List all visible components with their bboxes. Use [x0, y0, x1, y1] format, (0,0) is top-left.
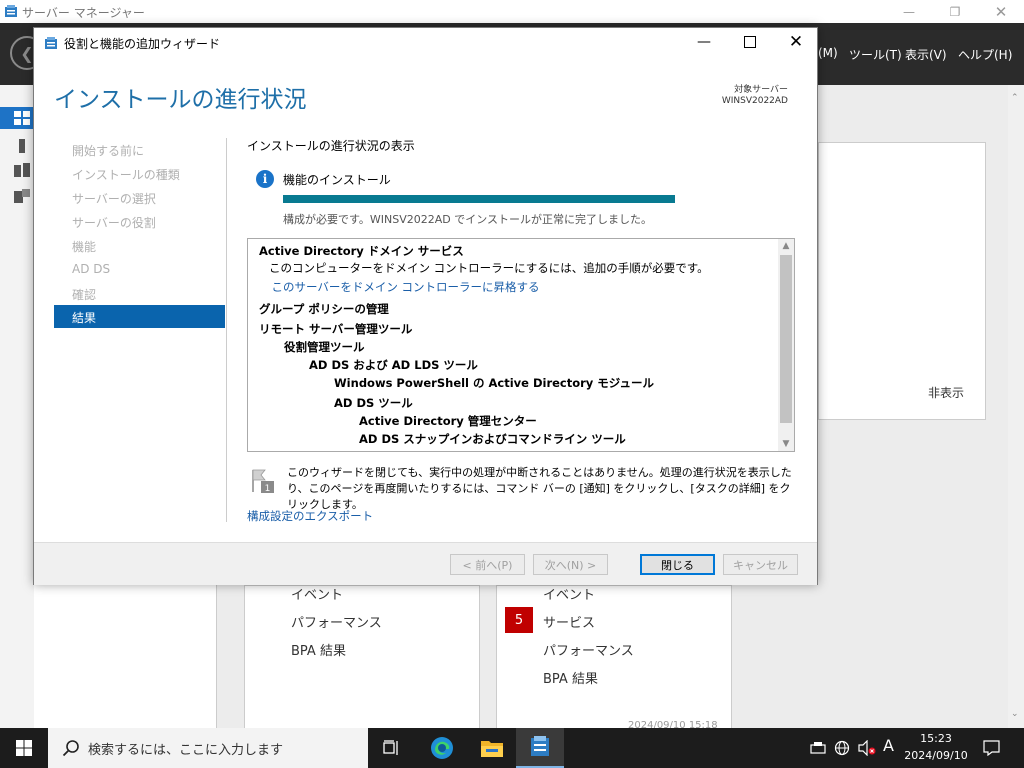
results-list[interactable]: Active Directory ドメイン サービスこのコンピューターをドメイン… — [247, 238, 795, 452]
next-button[interactable]: 次へ(N) > — [533, 554, 608, 575]
clock-time[interactable]: 15:23 — [906, 732, 966, 745]
close-button[interactable]: 閉じる — [640, 554, 715, 575]
server-manager-left-nav — [0, 85, 34, 728]
local-server-icon[interactable] — [14, 139, 30, 153]
globe-network-icon[interactable] — [834, 740, 850, 756]
nav-step-results-label: 結果 — [72, 311, 97, 325]
section-title: インストールの進行状況の表示 — [247, 139, 415, 153]
tile-services[interactable]: サービス — [543, 612, 595, 631]
wizard-title: 役割と機能の追加ウィザード — [64, 37, 221, 51]
dashboard-icon — [14, 111, 30, 125]
promote-dc-link[interactable]: このサーバーをドメイン コントローラーに昇格する — [272, 279, 540, 295]
feature-install-label: 機能のインストール — [283, 173, 391, 187]
wizard-footer: < 前へ(P) 次へ(N) > 閉じる キャンセル — [34, 542, 817, 585]
windows-logo-icon — [16, 740, 32, 756]
start-button[interactable] — [0, 728, 48, 768]
previous-button[interactable]: < 前へ(P) — [450, 554, 525, 575]
notification-center-icon[interactable] — [983, 740, 1000, 756]
results-item: AD DS ツール — [334, 396, 413, 410]
nav-step-confirmation: 確認 — [72, 288, 97, 302]
nav-step-before-begin: 開始する前に — [72, 144, 145, 158]
volume-muted-icon[interactable] — [858, 740, 876, 756]
services-count-badge: 5 — [505, 607, 533, 633]
wizard-divider — [226, 138, 227, 522]
explorer-taskbar-button[interactable] — [468, 728, 516, 768]
sm-close-button[interactable]: ✕ — [978, 0, 1024, 23]
maximize-icon — [744, 36, 756, 48]
scroll-down-icon[interactable]: ▼ — [778, 437, 794, 451]
ad-ds-icon[interactable] — [14, 189, 30, 203]
server-manager-title: サーバー マネージャー — [22, 6, 145, 20]
hide-link[interactable]: 非表示 — [928, 384, 964, 401]
edge-taskbar-button[interactable] — [418, 728, 466, 768]
wizard-heading: インストールの進行状況 — [54, 87, 307, 113]
export-settings-link[interactable]: 構成設定のエクスポート — [247, 508, 373, 524]
nav-step-ad-ds: AD DS — [72, 262, 111, 276]
welcome-panel — [818, 142, 986, 420]
results-item: AD DS スナップインおよびコマンドライン ツール — [359, 432, 626, 446]
edge-icon — [431, 737, 453, 759]
role-tile-left[interactable]: イベント パフォーマンス BPA 結果 — [244, 585, 480, 730]
tile-bpa[interactable]: BPA 結果 — [291, 640, 346, 659]
results-item: AD DS および AD LDS ツール — [309, 358, 478, 372]
results-item: Windows PowerShell の Active Directory モジ… — [334, 376, 654, 390]
task-view-button[interactable] — [368, 728, 416, 768]
results-item: Active Directory ドメイン サービス — [259, 244, 464, 258]
target-server-name: WINSV2022AD — [721, 96, 788, 106]
all-servers-icon[interactable] — [14, 163, 30, 177]
wizard-maximize-button[interactable] — [727, 28, 773, 56]
server-manager-taskbar-icon — [531, 736, 549, 756]
results-item: Active Directory 管理センター — [359, 414, 537, 428]
server-manager-scrollbar[interactable]: ⌃ ⌄ — [1008, 85, 1024, 728]
ime-mode-indicator[interactable]: A — [883, 736, 894, 755]
folder-icon — [481, 741, 503, 757]
tile-events[interactable]: イベント — [291, 584, 343, 603]
menu-tools[interactable]: ツール(T) — [849, 46, 902, 63]
results-item: グループ ポリシーの管理 — [259, 302, 389, 316]
results-item: リモート サーバー管理ツール — [259, 322, 413, 336]
server-manager-titlebar: サーバー マネージャー — ❐ ✕ — [0, 0, 1024, 23]
tile-performance[interactable]: パフォーマンス — [543, 640, 634, 659]
menu-help[interactable]: ヘルプ(H) — [958, 46, 1012, 63]
task-view-icon — [383, 740, 398, 755]
nav-step-features: 機能 — [72, 240, 97, 254]
search-icon — [62, 740, 79, 757]
server-manager-taskbar-button[interactable] — [516, 728, 564, 768]
nav-dashboard-selected[interactable] — [0, 107, 34, 129]
taskbar: 検索するには、ここに入力します A 15:23 2024/09/10 — [0, 728, 1024, 768]
search-placeholder: 検索するには、ここに入力します — [88, 743, 284, 758]
tile-bpa[interactable]: BPA 結果 — [543, 668, 598, 687]
results-scrollbar[interactable]: ▲ ▼ — [778, 239, 794, 451]
tile-events[interactable]: イベント — [543, 584, 595, 603]
network-adapter-icon[interactable] — [810, 740, 826, 756]
wizard-close-button[interactable]: ✕ — [773, 28, 819, 56]
results-item: このコンピューターをドメイン コントローラーにするには、追加の手順が必要です。 — [269, 261, 709, 275]
clock-date[interactable]: 2024/09/10 — [898, 749, 974, 762]
add-roles-wizard-dialog: 役割と機能の追加ウィザード — ✕ インストールの進行状況 対象サーバー WIN… — [33, 27, 818, 585]
nav-step-server-selection: サーバーの選択 — [72, 192, 156, 206]
wizard-note: このウィザードを閉じても、実行中の処理が中断されることはありません。処理の進行状… — [287, 466, 792, 511]
nav-step-server-roles: サーバーの役割 — [72, 216, 156, 230]
install-progress-fill — [283, 195, 675, 203]
info-icon: i — [256, 170, 274, 188]
cancel-button[interactable]: キャンセル — [723, 554, 798, 575]
wizard-minimize-button[interactable]: — — [681, 28, 727, 56]
install-status-text: 構成が必要です。WINSV2022AD でインストールが正常に完了しました。 — [283, 213, 653, 226]
target-server-label: 対象サーバー — [734, 85, 788, 95]
wizard-icon — [45, 37, 57, 49]
sm-maximize-button[interactable]: ❐ — [932, 0, 978, 23]
taskbar-search-box[interactable]: 検索するには、ここに入力します — [48, 728, 368, 768]
nav-step-install-type: インストールの種類 — [72, 168, 180, 182]
notification-flag-icon: 1 — [252, 469, 274, 494]
scroll-thumb[interactable] — [780, 255, 792, 423]
server-manager-icon — [5, 5, 17, 17]
tile-performance[interactable]: パフォーマンス — [291, 612, 382, 631]
menu-view[interactable]: 表示(V) — [905, 46, 947, 63]
results-item: 役割管理ツール — [284, 340, 365, 354]
notification-count: 1 — [265, 484, 271, 494]
sm-minimize-button[interactable]: — — [886, 0, 932, 23]
menu-manage[interactable]: (M) — [818, 46, 838, 60]
scroll-up-icon[interactable]: ▲ — [778, 239, 794, 253]
install-progress-bar — [283, 195, 675, 203]
